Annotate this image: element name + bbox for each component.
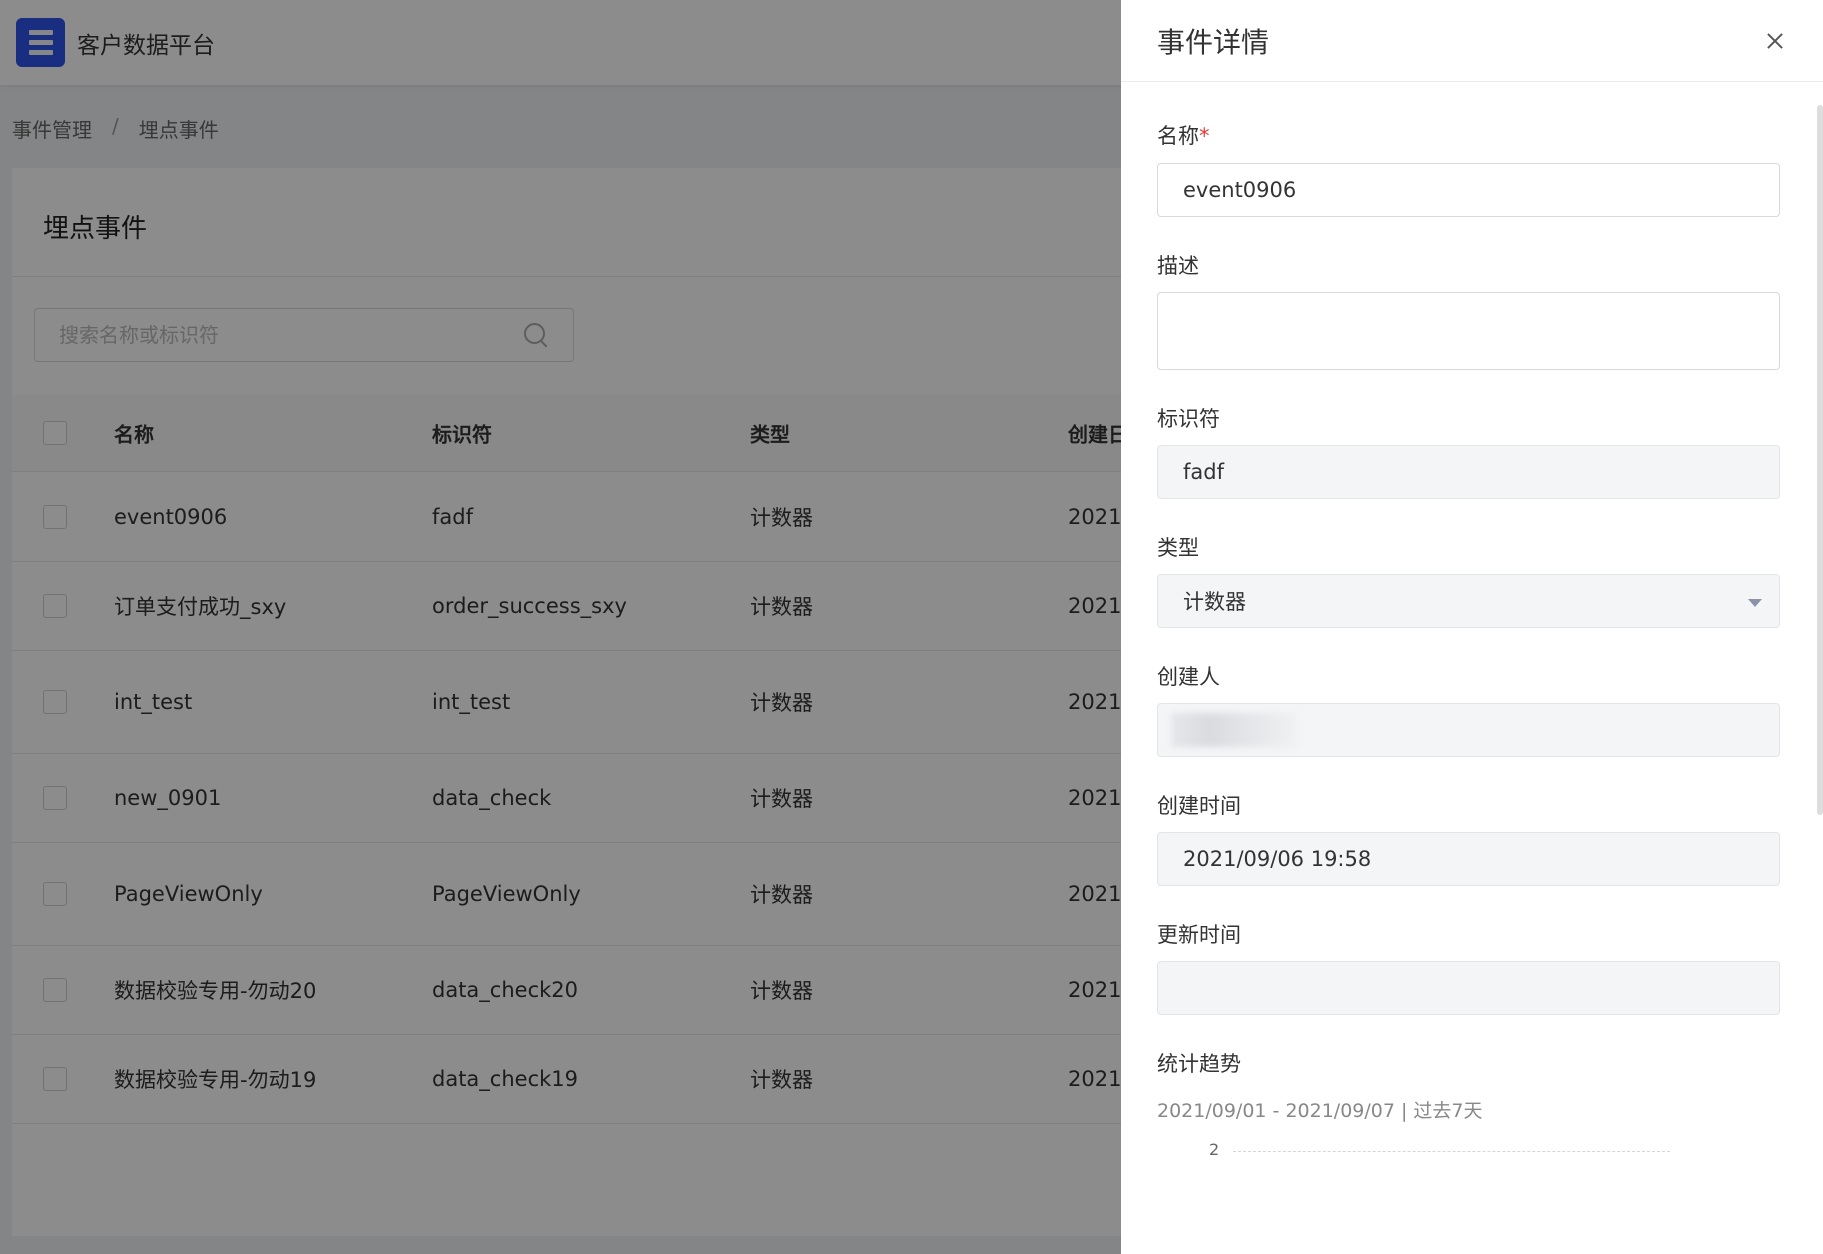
field-label-name: 名称* bbox=[1157, 124, 1210, 148]
drawer-title: 事件详情 bbox=[1157, 25, 1270, 59]
drawer-scrollbar[interactable] bbox=[1817, 105, 1823, 815]
trend-date-range: 2021/09/01 - 2021/09/07 | 过去7天 bbox=[1157, 1100, 1483, 1122]
type-select-value: 计数器 bbox=[1183, 590, 1246, 614]
trend-label: 统计趋势 bbox=[1157, 1052, 1241, 1076]
redacted-creator bbox=[1171, 713, 1297, 747]
field-label-creator: 创建人 bbox=[1157, 665, 1220, 689]
creator-field bbox=[1157, 703, 1780, 757]
drawer-header: 事件详情 bbox=[1121, 0, 1823, 82]
field-label-updated-time: 更新时间 bbox=[1157, 923, 1241, 947]
type-select: 计数器 bbox=[1157, 574, 1780, 628]
field-label-created-time: 创建时间 bbox=[1157, 794, 1241, 818]
field-label-description: 描述 bbox=[1157, 254, 1199, 278]
trend-y-tick: 2 bbox=[1209, 1140, 1220, 1159]
name-field[interactable]: event0906 bbox=[1157, 163, 1780, 217]
identifier-field: fadf bbox=[1157, 445, 1780, 499]
trend-gridline bbox=[1233, 1151, 1670, 1152]
identifier-field-value: fadf bbox=[1183, 460, 1224, 484]
name-field-value: event0906 bbox=[1183, 178, 1297, 202]
field-label-identifier: 标识符 bbox=[1157, 407, 1220, 431]
chevron-down-icon bbox=[1748, 599, 1762, 607]
required-mark: * bbox=[1199, 124, 1210, 148]
close-icon[interactable] bbox=[1765, 30, 1787, 52]
created-time-value: 2021/09/06 19:58 bbox=[1183, 847, 1372, 871]
description-field[interactable] bbox=[1157, 292, 1780, 370]
event-detail-drawer: 事件详情 名称* event0906 描述 标识符 fadf 类型 计数器 创建… bbox=[1121, 0, 1823, 1254]
created-time-field: 2021/09/06 19:58 bbox=[1157, 832, 1780, 886]
updated-time-field bbox=[1157, 961, 1780, 1015]
field-label-type: 类型 bbox=[1157, 536, 1199, 560]
